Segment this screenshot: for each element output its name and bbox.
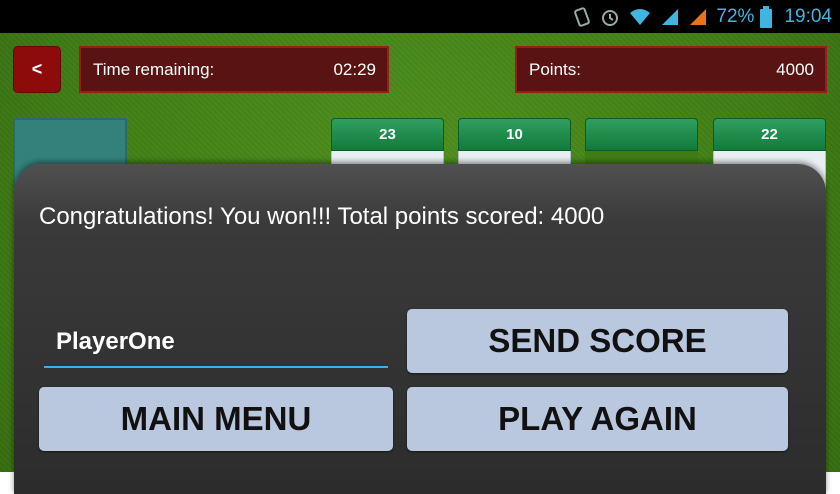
main-menu-button[interactable]: MAIN MENU [39, 387, 393, 451]
tableau-count: 23 [331, 118, 444, 151]
back-button[interactable]: < [13, 46, 61, 93]
win-message: Congratulations! You won!!! Total points… [39, 203, 605, 230]
alarm-icon [600, 7, 620, 27]
play-again-button[interactable]: PLAY AGAIN [407, 387, 788, 451]
vibrate-icon [572, 6, 592, 27]
status-bar: 72% 19:04 [0, 0, 840, 33]
points-panel: Points: 4000 [515, 46, 827, 93]
send-score-button[interactable]: SEND SCORE [407, 309, 788, 373]
time-remaining-value: 02:29 [333, 59, 376, 79]
signal-icon [688, 7, 708, 27]
time-remaining-panel: Time remaining: 02:29 [79, 46, 389, 93]
tableau-count: 10 [458, 118, 571, 151]
time-remaining-label: Time remaining: [93, 59, 215, 79]
battery-percent: 72% [716, 5, 755, 27]
player-name-input[interactable] [44, 318, 388, 366]
status-clock: 19:04 [784, 5, 832, 27]
points-label: Points: [529, 59, 581, 79]
points-value: 4000 [776, 59, 814, 79]
signal-icon [660, 7, 680, 27]
tableau-count: 22 [713, 118, 826, 151]
player-name-field[interactable] [44, 318, 388, 368]
wifi-icon [628, 7, 652, 27]
tableau-count [585, 118, 698, 151]
battery-icon [760, 5, 773, 28]
